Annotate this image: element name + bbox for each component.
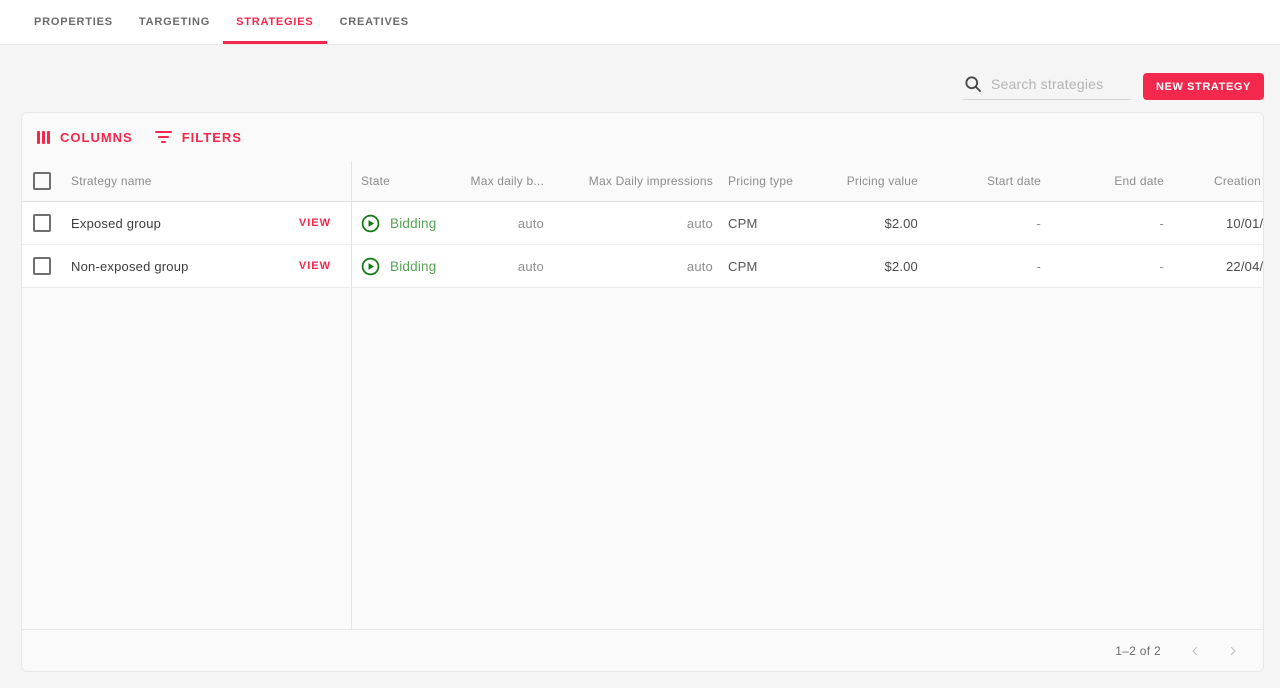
previous-page-button[interactable]: [1183, 639, 1207, 663]
play-state-icon: [361, 257, 380, 276]
header-end-date[interactable]: End date: [1051, 174, 1174, 188]
strategy-name: Exposed group: [71, 216, 161, 231]
table-header-row: Strategy name State Max daily b... Max D…: [22, 161, 1263, 202]
state-cell: Bidding: [351, 257, 459, 276]
max-daily-budget-cell: auto: [459, 216, 554, 231]
filter-icon: [155, 131, 172, 143]
header-strategy-name[interactable]: Strategy name: [62, 174, 351, 188]
strategy-name-cell: Exposed group VIEW: [62, 216, 351, 231]
filters-button-label: FILTERS: [182, 130, 242, 145]
header-start-date[interactable]: Start date: [928, 174, 1051, 188]
max-daily-impressions-cell: auto: [554, 216, 723, 231]
state-cell: Bidding: [351, 214, 459, 233]
creation-date-cell: 22/04/2: [1174, 259, 1263, 274]
state-label: Bidding: [390, 216, 436, 231]
end-date-cell: -: [1051, 259, 1174, 274]
columns-button[interactable]: COLUMNS: [37, 130, 133, 145]
actions-row: NEW STRATEGY: [0, 72, 1280, 100]
filters-button[interactable]: FILTERS: [155, 130, 242, 145]
table-toolbar: COLUMNS FILTERS: [22, 113, 1263, 161]
columns-icon: [37, 131, 50, 144]
strategy-name-cell: Non-exposed group VIEW: [62, 259, 351, 274]
start-date-cell: -: [928, 216, 1051, 231]
select-all-checkbox[interactable]: [33, 172, 51, 190]
tab-targeting[interactable]: TARGETING: [126, 0, 223, 44]
row-checkbox[interactable]: [33, 214, 51, 232]
columns-button-label: COLUMNS: [60, 130, 133, 145]
strategies-table: Strategy name State Max daily b... Max D…: [22, 161, 1263, 629]
tab-creatives[interactable]: CREATIVES: [327, 0, 422, 44]
header-max-daily-impressions[interactable]: Max Daily impressions: [554, 174, 723, 188]
state-label: Bidding: [390, 259, 436, 274]
header-checkbox-cell: [22, 172, 62, 190]
start-date-cell: -: [928, 259, 1051, 274]
row-checkbox-cell: [22, 214, 62, 232]
row-checkbox-cell: [22, 257, 62, 275]
search-input[interactable]: [991, 76, 1129, 92]
pricing-type-cell: CPM: [723, 259, 812, 274]
next-page-button[interactable]: [1221, 639, 1245, 663]
row-checkbox[interactable]: [33, 257, 51, 275]
strategy-name: Non-exposed group: [71, 259, 189, 274]
pagination-range-label: 1–2 of 2: [1115, 644, 1161, 658]
search-icon: [963, 74, 983, 94]
tab-strategies[interactable]: STRATEGIES: [223, 0, 326, 44]
header-creation-date[interactable]: Creation: [1174, 174, 1263, 188]
header-pricing-value[interactable]: Pricing value: [812, 174, 928, 188]
chevron-left-icon: [1189, 645, 1201, 657]
table-row[interactable]: Non-exposed group VIEW Bidding auto auto…: [22, 245, 1263, 288]
new-strategy-button[interactable]: NEW STRATEGY: [1143, 73, 1264, 100]
strategies-panel: COLUMNS FILTERS Strategy name State Max …: [21, 112, 1264, 672]
pagination-footer: 1–2 of 2: [22, 629, 1263, 671]
pricing-type-cell: CPM: [723, 216, 812, 231]
creation-date-cell: 10/01/2: [1174, 216, 1263, 231]
pricing-value-cell: $2.00: [812, 216, 928, 231]
max-daily-impressions-cell: auto: [554, 259, 723, 274]
view-link[interactable]: VIEW: [299, 260, 331, 272]
end-date-cell: -: [1051, 216, 1174, 231]
chevron-right-icon: [1227, 645, 1239, 657]
max-daily-budget-cell: auto: [459, 259, 554, 274]
pricing-value-cell: $2.00: [812, 259, 928, 274]
header-max-daily-budget[interactable]: Max daily b...: [459, 174, 554, 188]
view-link[interactable]: VIEW: [299, 217, 331, 229]
table-row[interactable]: Exposed group VIEW Bidding auto auto CPM…: [22, 202, 1263, 245]
tab-properties[interactable]: PROPERTIES: [21, 0, 126, 44]
header-pricing-type[interactable]: Pricing type: [723, 174, 812, 188]
play-state-icon: [361, 214, 380, 233]
search-box[interactable]: [963, 74, 1131, 100]
top-tab-bar: PROPERTIES TARGETING STRATEGIES CREATIVE…: [0, 0, 1280, 45]
header-state[interactable]: State: [351, 174, 459, 188]
